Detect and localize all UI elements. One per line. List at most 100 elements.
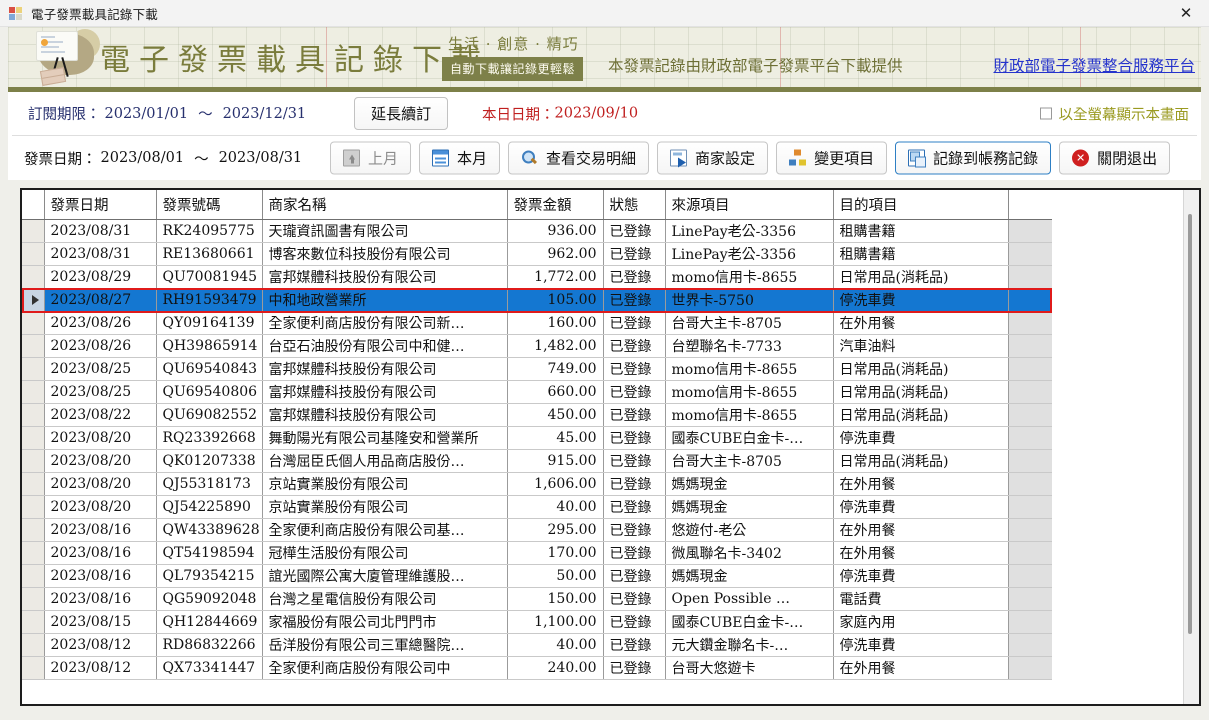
cell-source-item[interactable]: 媽媽現金 xyxy=(665,564,834,588)
view-transaction-details-button[interactable]: 查看交易明細 xyxy=(508,141,650,175)
cell-merchant-name[interactable]: 富邦媒體科技股份有限公司 xyxy=(262,403,508,427)
cell-date[interactable]: 2023/08/25 xyxy=(44,357,157,381)
cell-date[interactable]: 2023/08/16 xyxy=(44,518,157,542)
cell-date[interactable]: 2023/08/15 xyxy=(44,610,157,634)
cell-amount[interactable]: 915.00 xyxy=(507,449,604,473)
row-marker-cell[interactable] xyxy=(22,587,45,611)
cell-date[interactable]: 2023/08/12 xyxy=(44,633,157,657)
cell-target-item[interactable]: 日常用品(消耗品) xyxy=(833,403,1009,427)
cell-merchant-name[interactable]: 台灣屈臣氏個人用品商店股份… xyxy=(262,449,508,473)
cell-amount[interactable]: 962.00 xyxy=(507,242,604,266)
cell-target-item[interactable]: 租購書籍 xyxy=(833,242,1009,266)
extend-subscription-button[interactable]: 延長續訂 xyxy=(354,97,449,130)
cell-merchant-name[interactable]: 全家便利商店股份有限公司中 xyxy=(262,656,508,680)
column-header-target[interactable]: 目的項目 xyxy=(833,190,1009,220)
cell-status[interactable]: 已登錄 xyxy=(603,242,666,266)
cell-target-item[interactable]: 電話費 xyxy=(833,587,1009,611)
cell-amount[interactable]: 240.00 xyxy=(507,656,604,680)
table-row[interactable]: 2023/08/16 QW43389628 全家便利商店股份有限公司基… 295.00… xyxy=(22,518,1052,542)
cell-status[interactable]: 已登錄 xyxy=(603,288,666,312)
cell-date[interactable]: 2023/08/12 xyxy=(44,656,157,680)
cell-amount[interactable]: 160.00 xyxy=(507,311,604,335)
cell-source-item[interactable]: momo信用卡-8655 xyxy=(665,380,834,404)
cell-invoice-number[interactable]: QJ54225890 xyxy=(156,495,263,519)
cell-invoice-number[interactable]: RE13680661 xyxy=(156,242,263,266)
cell-target-item[interactable]: 在外用餐 xyxy=(833,472,1009,496)
cell-date[interactable]: 2023/08/16 xyxy=(44,541,157,565)
cell-target-item[interactable]: 停洗車費 xyxy=(833,564,1009,588)
row-marker-cell[interactable] xyxy=(22,426,45,450)
cell-target-item[interactable]: 日常用品(消耗品) xyxy=(833,265,1009,289)
cell-source-item[interactable]: momo信用卡-8655 xyxy=(665,403,834,427)
cell-merchant-name[interactable]: 博客來數位科技股份有限公司 xyxy=(262,242,508,266)
cell-amount[interactable]: 105.00 xyxy=(507,288,604,312)
table-row[interactable]: 2023/08/15 QH12844669 家福股份有限公司北門門市 1,100.00… xyxy=(22,610,1052,634)
cell-status[interactable]: 已登錄 xyxy=(603,610,666,634)
cell-merchant-name[interactable]: 中和地政營業所 xyxy=(262,288,508,312)
cell-status[interactable]: 已登錄 xyxy=(603,334,666,358)
cell-status[interactable]: 已登錄 xyxy=(603,656,666,680)
row-marker-cell[interactable] xyxy=(22,334,45,358)
mof-einvoice-platform-link[interactable]: 財政部電子發票整合服務平台 xyxy=(993,54,1195,76)
grid-vertical-scroll-thumb[interactable] xyxy=(1188,214,1192,634)
grid-vertical-scrollbar[interactable] xyxy=(1183,190,1199,704)
cell-date[interactable]: 2023/08/31 xyxy=(44,219,157,243)
table-row[interactable]: 2023/08/22 QU69082552 富邦媒體科技股份有限公司 450.00 已登… xyxy=(22,403,1052,427)
table-row[interactable]: 2023/08/25 QU69540843 富邦媒體科技股份有限公司 749.00 已登… xyxy=(22,357,1052,381)
cell-amount[interactable]: 150.00 xyxy=(507,587,604,611)
cell-invoice-number[interactable]: QX73341447 xyxy=(156,656,263,680)
table-row[interactable]: 2023/08/31 RK24095775 天瓏資訊圖書有限公司 936.00 已登錄 L… xyxy=(22,219,1052,243)
cell-source-item[interactable]: 媽媽現金 xyxy=(665,472,834,496)
table-row[interactable]: 2023/08/29 QU70081945 富邦媒體科技股份有限公司 1,772.00… xyxy=(22,265,1052,289)
cell-invoice-number[interactable]: RQ23392668 xyxy=(156,426,263,450)
row-marker-cell[interactable] xyxy=(22,518,45,542)
cell-merchant-name[interactable]: 富邦媒體科技股份有限公司 xyxy=(262,380,508,404)
cell-amount[interactable]: 1,482.00 xyxy=(507,334,604,358)
cell-status[interactable]: 已登錄 xyxy=(603,449,666,473)
table-row[interactable]: 2023/08/25 QU69540806 富邦媒體科技股份有限公司 660.00 已登… xyxy=(22,380,1052,404)
cell-source-item[interactable]: 台哥大主卡-8705 xyxy=(665,449,834,473)
cell-invoice-number[interactable]: QU69082552 xyxy=(156,403,263,427)
cell-source-item[interactable]: momo信用卡-8655 xyxy=(665,357,834,381)
close-exit-button[interactable]: ✕ 關閉退出 xyxy=(1059,141,1171,175)
cell-merchant-name[interactable]: 富邦媒體科技股份有限公司 xyxy=(262,265,508,289)
row-marker-cell[interactable] xyxy=(22,265,45,289)
cell-merchant-name[interactable]: 富邦媒體科技股份有限公司 xyxy=(262,357,508,381)
cell-merchant-name[interactable]: 京站實業股份有限公司 xyxy=(262,472,508,496)
row-marker-cell[interactable] xyxy=(22,610,45,634)
cell-invoice-number[interactable]: QG59092048 xyxy=(156,587,263,611)
cell-merchant-name[interactable]: 全家便利商店股份有限公司新… xyxy=(262,311,508,335)
cell-merchant-name[interactable]: 京站實業股份有限公司 xyxy=(262,495,508,519)
cell-date[interactable]: 2023/08/16 xyxy=(44,587,157,611)
cell-source-item[interactable]: LinePay老公-3356 xyxy=(665,242,834,266)
row-marker-cell[interactable] xyxy=(22,564,45,588)
cell-amount[interactable]: 40.00 xyxy=(507,495,604,519)
row-marker-cell[interactable] xyxy=(22,311,45,335)
cell-invoice-number[interactable]: QH12844669 xyxy=(156,610,263,634)
cell-target-item[interactable]: 租購書籍 xyxy=(833,219,1009,243)
invoice-table[interactable]: 發票日期 發票號碼 商家名稱 發票金額 狀態 來源項目 目的項目 2023/08… xyxy=(22,190,1052,680)
cell-invoice-number[interactable]: QH39865914 xyxy=(156,334,263,358)
cell-amount[interactable]: 450.00 xyxy=(507,403,604,427)
this-month-button[interactable]: 本月 xyxy=(419,141,501,175)
cell-date[interactable]: 2023/08/26 xyxy=(44,311,157,335)
cell-merchant-name[interactable]: 冠樺生活股份有限公司 xyxy=(262,541,508,565)
cell-status[interactable]: 已登錄 xyxy=(603,311,666,335)
cell-date[interactable]: 2023/08/20 xyxy=(44,449,157,473)
column-header-number[interactable]: 發票號碼 xyxy=(156,190,263,220)
cell-status[interactable]: 已登錄 xyxy=(603,518,666,542)
table-row[interactable]: 2023/08/31 RE13680661 博客來數位科技股份有限公司 962.00 已… xyxy=(22,242,1052,266)
cell-status[interactable]: 已登錄 xyxy=(603,472,666,496)
cell-date[interactable]: 2023/08/31 xyxy=(44,242,157,266)
cell-invoice-number[interactable]: RK24095775 xyxy=(156,219,263,243)
cell-target-item[interactable]: 日常用品(消耗品) xyxy=(833,357,1009,381)
previous-month-button[interactable]: 上月 xyxy=(330,141,412,175)
column-header-status[interactable]: 狀態 xyxy=(603,190,666,220)
cell-status[interactable]: 已登錄 xyxy=(603,587,666,611)
row-marker-cell[interactable] xyxy=(22,357,45,381)
cell-target-item[interactable]: 在外用餐 xyxy=(833,656,1009,680)
cell-amount[interactable]: 170.00 xyxy=(507,541,604,565)
cell-target-item[interactable]: 在外用餐 xyxy=(833,541,1009,565)
cell-date[interactable]: 2023/08/25 xyxy=(44,380,157,404)
cell-amount[interactable]: 1,100.00 xyxy=(507,610,604,634)
